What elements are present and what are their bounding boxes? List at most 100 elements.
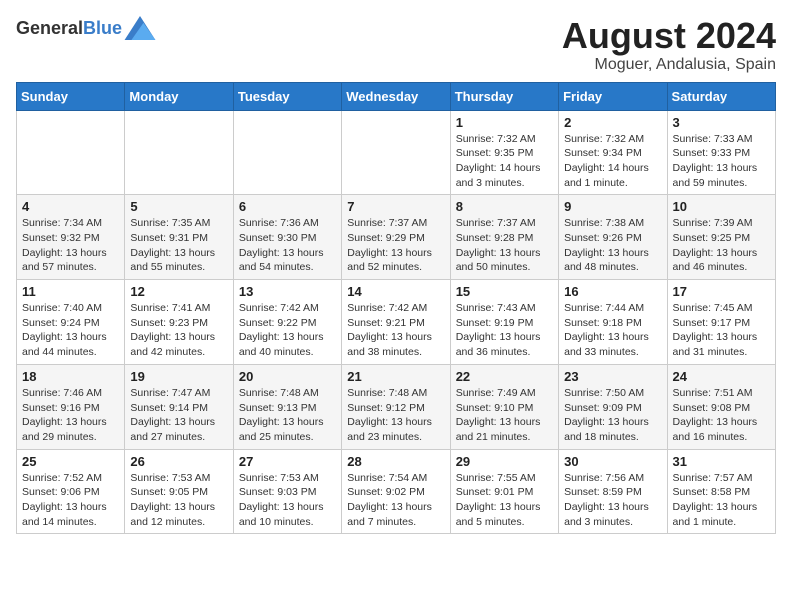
day-info: Sunrise: 7:40 AM Sunset: 9:24 PM Dayligh… xyxy=(22,301,119,360)
day-number: 28 xyxy=(347,454,444,469)
calendar-cell: 23Sunrise: 7:50 AM Sunset: 9:09 PM Dayli… xyxy=(559,364,667,449)
calendar-cell: 28 Sunrise: 7:54 AM Sunset: 9:02 PM Dayli… xyxy=(342,449,450,534)
day-info: Sunrise: 7:47 AM Sunset: 9:14 PM Dayligh… xyxy=(130,386,227,445)
calendar-cell: 4 Sunrise: 7:34 AM Sunset: 9:32 PM Daylig… xyxy=(17,195,125,280)
calendar-cell: 7Sunrise: 7:37 AM Sunset: 9:29 PM Daylig… xyxy=(342,195,450,280)
day-number: 10 xyxy=(673,199,770,214)
calendar-cell: 15 Sunrise: 7:43 AM Sunset: 9:19 PM Dayli… xyxy=(450,280,558,365)
month-title: August 2024 xyxy=(562,16,776,56)
col-wednesday: Wednesday xyxy=(342,82,450,110)
day-info: Sunrise: 7:35 AM Sunset: 9:31 PM Dayligh… xyxy=(130,216,227,275)
col-thursday: Thursday xyxy=(450,82,558,110)
day-info: Sunrise: 7:43 AM Sunset: 9:19 PM Dayligh… xyxy=(456,301,553,360)
col-monday: Monday xyxy=(125,82,233,110)
day-number: 5 xyxy=(130,199,227,214)
day-number: 26 xyxy=(130,454,227,469)
day-info: Sunrise: 7:46 AM Sunset: 9:16 PM Dayligh… xyxy=(22,386,119,445)
day-info: Sunrise: 7:57 AM Sunset: 8:58 PM Dayligh… xyxy=(673,471,770,530)
day-number: 19 xyxy=(130,369,227,384)
day-info: Sunrise: 7:48 AM Sunset: 9:12 PM Dayligh… xyxy=(347,386,444,445)
calendar-week-5: 25 Sunrise: 7:52 AM Sunset: 9:06 PM Dayli… xyxy=(17,449,776,534)
calendar-cell: 17 Sunrise: 7:45 AM Sunset: 9:17 PM Dayli… xyxy=(667,280,775,365)
day-info: Sunrise: 7:38 AM Sunset: 9:26 PM Dayligh… xyxy=(564,216,661,275)
calendar-table: Sunday Monday Tuesday Wednesday Thursday… xyxy=(16,82,776,535)
calendar-cell: 25 Sunrise: 7:52 AM Sunset: 9:06 PM Dayli… xyxy=(17,449,125,534)
calendar-cell: 3Sunrise: 7:33 AM Sunset: 9:33 PM Daylig… xyxy=(667,110,775,195)
day-info: Sunrise: 7:44 AM Sunset: 9:18 PM Dayligh… xyxy=(564,301,661,360)
day-number: 18 xyxy=(22,369,119,384)
day-info: Sunrise: 7:39 AM Sunset: 9:25 PM Dayligh… xyxy=(673,216,770,275)
col-tuesday: Tuesday xyxy=(233,82,341,110)
day-info: Sunrise: 7:42 AM Sunset: 9:21 PM Dayligh… xyxy=(347,301,444,360)
calendar-cell xyxy=(233,110,341,195)
calendar-cell: 5 Sunrise: 7:35 AM Sunset: 9:31 PM Daylig… xyxy=(125,195,233,280)
location-title: Moguer, Andalusia, Spain xyxy=(562,56,776,74)
day-number: 29 xyxy=(456,454,553,469)
day-number: 21 xyxy=(347,369,444,384)
day-info: Sunrise: 7:32 AM Sunset: 9:35 PM Dayligh… xyxy=(456,132,553,191)
calendar-cell: 22 Sunrise: 7:49 AM Sunset: 9:10 PM Dayli… xyxy=(450,364,558,449)
col-saturday: Saturday xyxy=(667,82,775,110)
day-info: Sunrise: 7:54 AM Sunset: 9:02 PM Dayligh… xyxy=(347,471,444,530)
day-info: Sunrise: 7:37 AM Sunset: 9:28 PM Dayligh… xyxy=(456,216,553,275)
day-number: 4 xyxy=(22,199,119,214)
day-number: 22 xyxy=(456,369,553,384)
calendar-cell: 21 Sunrise: 7:48 AM Sunset: 9:12 PM Dayli… xyxy=(342,364,450,449)
day-info: Sunrise: 7:49 AM Sunset: 9:10 PM Dayligh… xyxy=(456,386,553,445)
calendar-cell xyxy=(125,110,233,195)
day-number: 2 xyxy=(564,115,661,130)
calendar-week-1: 1 Sunrise: 7:32 AM Sunset: 9:35 PM Daylig… xyxy=(17,110,776,195)
calendar-week-3: 11Sunrise: 7:40 AM Sunset: 9:24 PM Dayli… xyxy=(17,280,776,365)
day-info: Sunrise: 7:42 AM Sunset: 9:22 PM Dayligh… xyxy=(239,301,336,360)
day-number: 25 xyxy=(22,454,119,469)
calendar-cell: 18 Sunrise: 7:46 AM Sunset: 9:16 PM Dayli… xyxy=(17,364,125,449)
calendar-week-2: 4 Sunrise: 7:34 AM Sunset: 9:32 PM Daylig… xyxy=(17,195,776,280)
logo: GeneralBlue xyxy=(16,16,156,40)
calendar-cell: 6Sunrise: 7:36 AM Sunset: 9:30 PM Daylig… xyxy=(233,195,341,280)
calendar-cell: 9 Sunrise: 7:38 AM Sunset: 9:26 PM Daylig… xyxy=(559,195,667,280)
calendar-cell: 30Sunrise: 7:56 AM Sunset: 8:59 PM Dayli… xyxy=(559,449,667,534)
calendar-cell: 27 Sunrise: 7:53 AM Sunset: 9:03 PM Dayli… xyxy=(233,449,341,534)
calendar-cell xyxy=(17,110,125,195)
day-info: Sunrise: 7:50 AM Sunset: 9:09 PM Dayligh… xyxy=(564,386,661,445)
day-info: Sunrise: 7:45 AM Sunset: 9:17 PM Dayligh… xyxy=(673,301,770,360)
day-number: 3 xyxy=(673,115,770,130)
day-number: 24 xyxy=(673,369,770,384)
day-number: 13 xyxy=(239,284,336,299)
day-info: Sunrise: 7:55 AM Sunset: 9:01 PM Dayligh… xyxy=(456,471,553,530)
day-number: 12 xyxy=(130,284,227,299)
day-info: Sunrise: 7:53 AM Sunset: 9:03 PM Dayligh… xyxy=(239,471,336,530)
calendar-cell: 12 Sunrise: 7:41 AM Sunset: 9:23 PM Dayli… xyxy=(125,280,233,365)
day-info: Sunrise: 7:37 AM Sunset: 9:29 PM Dayligh… xyxy=(347,216,444,275)
calendar-cell: 26 Sunrise: 7:53 AM Sunset: 9:05 PM Dayli… xyxy=(125,449,233,534)
day-number: 16 xyxy=(564,284,661,299)
day-number: 15 xyxy=(456,284,553,299)
calendar-cell: 31Sunrise: 7:57 AM Sunset: 8:58 PM Dayli… xyxy=(667,449,775,534)
calendar-cell: 19 Sunrise: 7:47 AM Sunset: 9:14 PM Dayli… xyxy=(125,364,233,449)
day-number: 14 xyxy=(347,284,444,299)
day-number: 30 xyxy=(564,454,661,469)
day-number: 20 xyxy=(239,369,336,384)
page-header: GeneralBlue August 2024 Moguer, Andalusi… xyxy=(16,16,776,74)
logo-icon xyxy=(124,16,156,40)
day-info: Sunrise: 7:41 AM Sunset: 9:23 PM Dayligh… xyxy=(130,301,227,360)
calendar-cell: 11Sunrise: 7:40 AM Sunset: 9:24 PM Dayli… xyxy=(17,280,125,365)
day-number: 17 xyxy=(673,284,770,299)
day-number: 6 xyxy=(239,199,336,214)
day-number: 9 xyxy=(564,199,661,214)
logo-blue-text: Blue xyxy=(83,18,122,38)
col-friday: Friday xyxy=(559,82,667,110)
day-info: Sunrise: 7:51 AM Sunset: 9:08 PM Dayligh… xyxy=(673,386,770,445)
day-info: Sunrise: 7:52 AM Sunset: 9:06 PM Dayligh… xyxy=(22,471,119,530)
logo-general-text: General xyxy=(16,18,83,38)
calendar-cell xyxy=(342,110,450,195)
day-number: 8 xyxy=(456,199,553,214)
calendar-cell: 1 Sunrise: 7:32 AM Sunset: 9:35 PM Daylig… xyxy=(450,110,558,195)
day-number: 1 xyxy=(456,115,553,130)
day-info: Sunrise: 7:53 AM Sunset: 9:05 PM Dayligh… xyxy=(130,471,227,530)
day-number: 27 xyxy=(239,454,336,469)
calendar-cell: 13 Sunrise: 7:42 AM Sunset: 9:22 PM Dayli… xyxy=(233,280,341,365)
calendar-cell: 14 Sunrise: 7:42 AM Sunset: 9:21 PM Dayli… xyxy=(342,280,450,365)
day-info: Sunrise: 7:32 AM Sunset: 9:34 PM Dayligh… xyxy=(564,132,661,191)
day-info: Sunrise: 7:34 AM Sunset: 9:32 PM Dayligh… xyxy=(22,216,119,275)
